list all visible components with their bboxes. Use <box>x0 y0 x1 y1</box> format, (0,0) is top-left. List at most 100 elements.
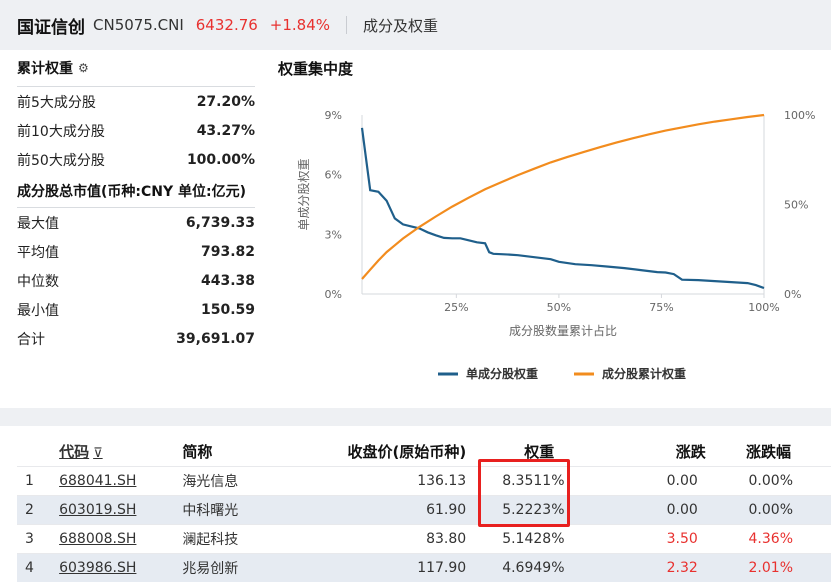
metric-row: 中位数 443.38 <box>17 266 255 295</box>
change-value: 2.32 <box>627 552 728 582</box>
stock-name: 海光信息 <box>182 465 307 495</box>
metric-value: 27.20% <box>196 93 255 110</box>
y-axis-title: 单成分股权重 <box>297 158 311 230</box>
table-row[interactable]: 4 603986.SH 兆易创新 117.90 4.6949% 2.32 2.01% <box>17 552 831 582</box>
metric-value: 6,739.33 <box>185 214 255 231</box>
y-left-tick-label: 9% <box>325 109 342 122</box>
metric-label: 前50大成分股 <box>17 152 105 169</box>
stock-code-link[interactable]: 688041.SH <box>59 473 136 489</box>
index-header: 国证信创 CN5075.CNI 6432.76 +1.84% 成分及权重 <box>0 0 831 50</box>
y-left-tick-label: 6% <box>325 169 342 182</box>
x-tick-label: 75% <box>649 301 673 314</box>
stock-name: 澜起科技 <box>182 523 307 553</box>
change-pct-value: 0.00% <box>727 494 831 524</box>
chart-title: 权重集中度 <box>278 59 354 78</box>
header-change-pct: 涨跌幅 <box>745 443 791 462</box>
cumulative-weight-title-text: 累计权重 <box>17 61 73 77</box>
cumulative-weight-title: 累计权重 ⚙ <box>17 50 255 86</box>
weights-summary: 累计权重 ⚙ 前5大成分股 27.20% 前10大成分股 43.27% 前50大成分股 1… <box>17 50 255 353</box>
market-cap-list: 最大值 6,739.33 平均值 793.82 中位数 443.38 最小值 150.59 合计… <box>17 208 255 353</box>
constituents-table-panel: 代码 ⊽ 简称 收盘价(原始币种) 权重 涨跌 涨跌幅 1 688041.SH 海光信… <box>0 426 831 588</box>
header-subtitle: 成分及权重 <box>363 16 439 35</box>
section-gap <box>0 408 831 426</box>
stock-code-cell[interactable]: 603019.SH <box>59 494 183 524</box>
stock-code-link[interactable]: 603019.SH <box>59 502 136 518</box>
weight-value: 4.6949% <box>478 552 628 582</box>
index-change: +1.84% <box>269 16 331 34</box>
change-pct-value: 4.36% <box>727 523 831 553</box>
stock-code-cell[interactable]: 688008.SH <box>59 523 183 553</box>
header-divider <box>346 16 348 34</box>
close-price: 136.13 <box>306 465 479 495</box>
x-tick-label: 25% <box>444 301 468 314</box>
change-pct-value: 0.00% <box>727 465 831 495</box>
metric-value: 150.59 <box>200 301 255 318</box>
metric-label: 中位数 <box>17 273 59 290</box>
change-value: 0.00 <box>627 465 728 495</box>
row-index: 3 <box>17 523 60 553</box>
series-line-single-weight <box>360 127 765 290</box>
summary-panel: 累计权重 ⚙ 前5大成分股 27.20% 前10大成分股 43.27% 前50大成分股 1… <box>0 50 831 408</box>
metric-label: 最大值 <box>17 215 59 232</box>
header-name: 简称 <box>182 443 213 462</box>
index-code: CN5075.CNI <box>93 16 184 34</box>
index-name: 国证信创 <box>17 17 85 38</box>
concentration-chart-section: 权重集中度 0% 3% 6% 9% 0% 50% 100% 25% 50% 75% 100% 成分股数… <box>278 50 828 408</box>
row-index: 4 <box>17 552 60 582</box>
metric-row: 前50大成分股 100.00% <box>17 145 255 174</box>
table-row[interactable]: 1 688041.SH 海光信息 136.13 8.3511% 0.00 0.00% <box>17 465 831 495</box>
stock-name: 兆易创新 <box>182 552 307 582</box>
metric-row: 合计 39,691.07 <box>17 324 255 353</box>
legend-label: 单成分股权重 <box>466 366 538 381</box>
metric-value: 793.82 <box>200 243 255 260</box>
metric-value: 100.00% <box>186 151 255 168</box>
metric-row: 前10大成分股 43.27% <box>17 116 255 145</box>
close-price: 117.90 <box>306 552 479 582</box>
x-axis-title: 成分股数量累计占比 <box>509 323 617 338</box>
row-index: 1 <box>17 465 60 495</box>
weight-value: 8.3511% <box>478 465 628 495</box>
x-tick-label: 50% <box>547 301 571 314</box>
change-pct-value: 2.01% <box>727 552 831 582</box>
concentration-chart: 0%3%6%9%0%50%100%25% 50% 75% 100%成分股数量累计占比单… <box>297 109 815 381</box>
y-right-tick-label: 0% <box>784 288 801 301</box>
filter-icon[interactable]: ⊽ <box>93 446 103 461</box>
y-left-tick-label: 3% <box>325 228 342 241</box>
y-left-tick-label: 0% <box>325 288 342 301</box>
metric-value: 39,691.07 <box>176 330 255 347</box>
weight-value: 5.2223% <box>478 494 628 524</box>
stock-code-cell[interactable]: 603986.SH <box>59 552 183 582</box>
cumulative-weight-list: 前5大成分股 27.20% 前10大成分股 43.27% 前50大成分股 100.00% <box>17 87 255 174</box>
header-price: 收盘价(原始币种) <box>347 443 467 462</box>
index-price: 6432.76 <box>195 16 258 34</box>
close-price: 83.80 <box>306 523 479 553</box>
header-code-label: 代码 <box>59 443 90 462</box>
metric-value: 43.27% <box>196 122 255 139</box>
x-tick-label: 100% <box>748 301 779 314</box>
metric-row: 最小值 150.59 <box>17 295 255 324</box>
stock-code-link[interactable]: 688008.SH <box>59 531 136 547</box>
legend-label: 成分股累计权重 <box>602 366 686 381</box>
y-right-tick-label: 50% <box>784 199 808 212</box>
table-row[interactable]: 3 688008.SH 澜起科技 83.80 5.1428% 3.50 4.36% <box>17 523 831 553</box>
metric-label: 合计 <box>17 331 45 348</box>
metric-value: 443.38 <box>200 272 255 289</box>
header-change: 涨跌 <box>675 443 706 462</box>
header-code[interactable]: 代码 ⊽ <box>59 438 182 466</box>
change-value: 3.50 <box>627 523 728 553</box>
table-row[interactable]: 2 603019.SH 中科曙光 61.90 5.2223% 0.00 0.00% <box>17 494 831 524</box>
metric-label: 平均值 <box>17 244 59 261</box>
settings-icon[interactable]: ⚙ <box>78 61 89 75</box>
close-price: 61.90 <box>306 494 479 524</box>
table-header-row: 代码 ⊽ 简称 收盘价(原始币种) 权重 涨跌 涨跌幅 <box>17 438 831 466</box>
metric-label: 前10大成分股 <box>17 123 105 140</box>
weight-value: 5.1428% <box>478 523 628 553</box>
row-index: 2 <box>17 494 60 524</box>
stock-code-cell[interactable]: 688041.SH <box>59 465 183 495</box>
stock-code-link[interactable]: 603986.SH <box>59 560 136 576</box>
metric-row: 最大值 6,739.33 <box>17 208 255 237</box>
metric-label: 最小值 <box>17 302 59 319</box>
market-cap-title: 成分股总市值(币种:CNY 单位:亿元) <box>17 184 246 200</box>
metric-label: 前5大成分股 <box>17 94 96 111</box>
change-value: 0.00 <box>627 494 728 524</box>
